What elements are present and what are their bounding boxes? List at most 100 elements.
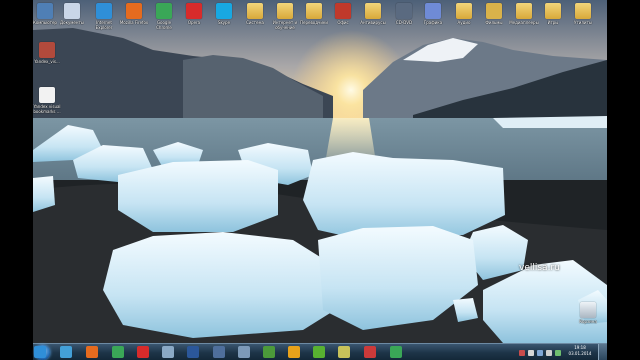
letterbox-left bbox=[0, 0, 33, 343]
arrow-icon[interactable] bbox=[528, 349, 534, 356]
paint-icon bbox=[364, 346, 376, 358]
taskbar-explorer-button[interactable] bbox=[162, 346, 174, 358]
desktop-shortcut-label: Yandex visual bookmarks ... bbox=[33, 104, 61, 114]
shield-icon bbox=[263, 346, 275, 358]
desktop-shortcut-f8[interactable]: Аудио bbox=[449, 3, 479, 25]
internet-explorer-icon bbox=[34, 346, 46, 358]
desktop-shortcut-f7[interactable]: Графика bbox=[418, 3, 448, 25]
chrome-icon bbox=[112, 346, 124, 358]
desktop-shortcut-label: Yandex_vis... bbox=[34, 59, 60, 64]
desktop-shortcut-label: Фильмы bbox=[485, 20, 503, 25]
desktop-shortcut-label: Утилиты bbox=[573, 20, 592, 25]
computer-icon bbox=[37, 3, 53, 19]
globe-icon bbox=[60, 346, 72, 358]
taskbar-ie-button[interactable] bbox=[34, 346, 46, 358]
desktop-shortcut-label: Компьютер bbox=[33, 20, 57, 25]
desktop-shortcut-label: Переводчики bbox=[299, 20, 329, 25]
desktop-shortcut-opera[interactable]: Opera bbox=[179, 3, 209, 25]
desktop-shortcut-label: Система bbox=[246, 20, 264, 25]
folder-icon bbox=[545, 3, 561, 19]
taskbar-chrome2-button[interactable] bbox=[390, 346, 402, 358]
documents-icon bbox=[64, 3, 80, 19]
letterbox-right bbox=[607, 0, 640, 343]
flag-icon[interactable] bbox=[555, 349, 561, 356]
recycle-bin-icon bbox=[580, 302, 596, 318]
taskbar-firefox-button[interactable] bbox=[86, 346, 98, 358]
desktop-shortcut-f6[interactable]: CD-DVD bbox=[389, 3, 419, 25]
skype-icon bbox=[216, 3, 232, 19]
desktop-shortcut-label: Интернет и обучение bbox=[272, 20, 298, 30]
folder-icon bbox=[456, 3, 472, 19]
yandex-installer-icon bbox=[39, 42, 55, 58]
taskbar: 19:18 03.01.2014 bbox=[33, 343, 607, 360]
desktop-shortcut-label: Медиаплееры bbox=[509, 20, 539, 25]
internet-explorer-icon bbox=[96, 3, 112, 19]
desktop-shortcut-f11[interactable]: Игры bbox=[538, 3, 568, 25]
folder-icon bbox=[306, 3, 322, 19]
desktop-shortcut-f12[interactable]: Утилиты bbox=[568, 3, 598, 25]
taskbar-word-button[interactable] bbox=[187, 346, 199, 358]
notepad-icon bbox=[338, 346, 350, 358]
disc-folder-icon bbox=[396, 3, 412, 19]
desktop-shortcut-label: Графика bbox=[423, 20, 443, 25]
media-player-icon bbox=[213, 346, 225, 358]
taskbar-media-button[interactable] bbox=[213, 346, 225, 358]
taskbar-shield-button[interactable] bbox=[263, 346, 275, 358]
folder-icon bbox=[516, 3, 532, 19]
volume-icon[interactable] bbox=[546, 349, 552, 356]
text-file-icon bbox=[39, 87, 55, 103]
desktop-shortcut-label: Антивирусы bbox=[360, 20, 386, 25]
taskbar-paint-button[interactable] bbox=[364, 346, 376, 358]
folder-icon bbox=[247, 3, 263, 19]
word-icon bbox=[187, 346, 199, 358]
torrent-icon bbox=[313, 346, 325, 358]
desktop-shortcut-computer[interactable]: Компьютер bbox=[30, 3, 60, 25]
desktop-shortcut-documents[interactable]: Документы bbox=[57, 3, 87, 25]
chrome-icon bbox=[156, 3, 172, 19]
opera-icon bbox=[186, 3, 202, 19]
desktop-shortcut-yandex_vis[interactable]: Yandex_vis... bbox=[32, 42, 62, 64]
desktop-shortcut-label: Mozilla Firefox bbox=[119, 20, 149, 25]
desktop-shortcut-label: Skype bbox=[217, 20, 231, 25]
taskbar-notes-button[interactable] bbox=[338, 346, 350, 358]
graphics-folder-icon bbox=[425, 3, 441, 19]
desktop-shortcut-label: Opera bbox=[187, 20, 201, 25]
desktop-shortcut-ie[interactable]: Internet Explorer bbox=[89, 3, 119, 30]
recycle-bin-shortcut[interactable]: Корзина bbox=[573, 302, 603, 324]
desktop-shortcut-f5[interactable]: Антивирусы bbox=[358, 3, 388, 25]
desktop-shortcut-label: Офис bbox=[337, 20, 349, 25]
desktop-shortcut-skype[interactable]: Skype bbox=[209, 3, 239, 25]
desktop-shortcut-label: CD-DVD bbox=[395, 20, 413, 25]
desktop-shortcut-label: Аудио bbox=[457, 20, 471, 25]
wallpaper-mountain-lake bbox=[33, 0, 607, 343]
desktop-shortcut-label: Документы bbox=[60, 20, 84, 25]
folder-icon bbox=[277, 3, 293, 19]
desktop-shortcut-f10[interactable]: Медиаплееры bbox=[509, 3, 539, 25]
desktop-shortcut-f3[interactable]: Переводчики bbox=[299, 3, 329, 25]
calculator-icon bbox=[238, 346, 250, 358]
explorer-icon bbox=[162, 346, 174, 358]
taskbar-torrent-button[interactable] bbox=[313, 346, 325, 358]
watermark-text: vellisa.ru bbox=[519, 263, 560, 273]
clock-date: 03.01.2014 bbox=[568, 351, 592, 356]
clock[interactable]: 19:18 03.01.2014 bbox=[565, 345, 595, 357]
show-desktop-button[interactable] bbox=[598, 344, 607, 360]
taskbar-chrome-button[interactable] bbox=[112, 346, 124, 358]
desktop-shortcut-f9[interactable]: Фильмы bbox=[479, 3, 509, 25]
taskbar-calc-button[interactable] bbox=[238, 346, 250, 358]
system-tray bbox=[519, 346, 561, 359]
taskbar-ie2-button[interactable] bbox=[60, 346, 72, 358]
office-folder-icon bbox=[335, 3, 351, 19]
desktop-shortcut-f4[interactable]: Офис bbox=[328, 3, 358, 25]
taskbar-aimp-button[interactable] bbox=[288, 346, 300, 358]
language-icon[interactable] bbox=[537, 349, 543, 356]
desktop-shortcut-f1[interactable]: Система bbox=[240, 3, 270, 25]
firefox-icon bbox=[126, 3, 142, 19]
taskbar-opera-button[interactable] bbox=[137, 346, 149, 358]
network-icon[interactable] bbox=[519, 349, 525, 356]
folder-icon bbox=[365, 3, 381, 19]
desktop-shortcut-yandex_bm[interactable]: Yandex visual bookmarks ... bbox=[32, 87, 62, 114]
desktop-shortcut-f2[interactable]: Интернет и обучение bbox=[270, 3, 300, 30]
desktop-shortcut-firefox[interactable]: Mozilla Firefox bbox=[119, 3, 149, 25]
desktop-shortcut-chrome[interactable]: Google Chrome bbox=[149, 3, 179, 30]
